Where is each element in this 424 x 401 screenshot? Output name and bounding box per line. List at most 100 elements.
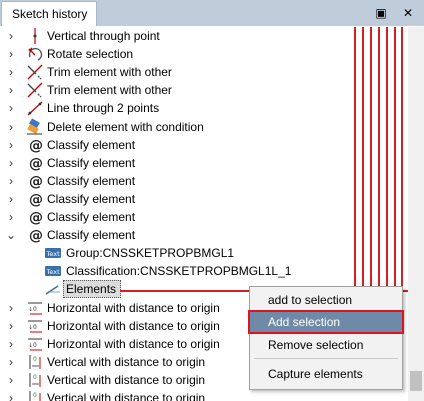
tree-item[interactable]: › Rotate selection bbox=[0, 45, 408, 63]
tree-item-label: Classify element bbox=[47, 137, 136, 152]
panel-tab[interactable]: Sketch history bbox=[1, 1, 97, 26]
expand-chevron-icon[interactable]: › bbox=[5, 64, 17, 80]
line-icon bbox=[26, 99, 44, 117]
expand-chevron-icon[interactable]: › bbox=[5, 318, 17, 334]
rotate-icon bbox=[26, 45, 44, 63]
tree-item[interactable]: › Trim element with other bbox=[0, 81, 408, 99]
trim-icon bbox=[26, 81, 44, 99]
tree-item[interactable]: › @ Classify element bbox=[0, 136, 408, 154]
tree-item[interactable]: › @ Classify element bbox=[0, 208, 408, 226]
svg-text:@: @ bbox=[29, 210, 43, 226]
tree-item-label: Vertical with distance to origin bbox=[47, 391, 206, 401]
svg-text:↓0: ↓0 bbox=[28, 342, 37, 349]
tree-item[interactable]: › Trim element with other bbox=[0, 63, 408, 81]
svg-text:0: 0 bbox=[33, 392, 37, 399]
at-icon: @ bbox=[26, 154, 44, 172]
tree-item-label: Classify element bbox=[47, 191, 136, 206]
at-icon: @ bbox=[26, 172, 44, 190]
tree-item-label: Classify element bbox=[47, 210, 136, 224]
tree-item[interactable]: ⌄ @ Classify element bbox=[0, 226, 408, 244]
tree-item-label: Classify element bbox=[47, 228, 136, 243]
text-tag-icon: Text bbox=[44, 244, 62, 262]
annotation-red-line bbox=[386, 27, 388, 292]
tree-item[interactable]: › Line through 2 points bbox=[0, 99, 408, 117]
expand-chevron-icon[interactable]: › bbox=[5, 82, 17, 98]
expand-chevron-icon[interactable]: › bbox=[5, 300, 17, 316]
tree-item-label: Vertical with distance to origin bbox=[47, 354, 206, 369]
svg-text:↓0: ↓0 bbox=[28, 324, 37, 331]
panel-titlebar: Sketch history ▣ ✕ bbox=[0, 0, 424, 26]
close-icon[interactable]: ✕ bbox=[399, 4, 417, 22]
expand-chevron-icon[interactable]: › bbox=[5, 372, 17, 388]
tree-item-label: Rotate selection bbox=[47, 47, 134, 62]
tree-item[interactable]: › @ Classify element bbox=[0, 154, 408, 172]
expand-chevron-icon[interactable]: › bbox=[5, 137, 17, 153]
tree-item[interactable]: › @ Classify element bbox=[0, 172, 408, 190]
annotation-red-line bbox=[362, 27, 364, 292]
expand-chevron-icon[interactable]: › bbox=[5, 100, 17, 116]
expand-chevron-icon[interactable]: › bbox=[5, 46, 17, 62]
eraser-icon bbox=[26, 117, 44, 136]
scrollbar-thumb[interactable] bbox=[410, 371, 422, 391]
annotation-red-line bbox=[354, 27, 356, 292]
pin-icon[interactable]: ▣ bbox=[372, 4, 390, 22]
svg-text:0: 0 bbox=[33, 356, 37, 363]
annotation-red-line bbox=[378, 27, 380, 292]
text-tag-icon: Text bbox=[44, 262, 62, 280]
elements-icon bbox=[44, 280, 62, 298]
menu-item-remove-selection[interactable]: Remove selection bbox=[250, 334, 402, 356]
tree-item-label: Trim element with other bbox=[47, 83, 172, 98]
tree-item-label: Group:CNSSKETPROPBMGL1 bbox=[66, 246, 235, 261]
collapse-chevron-icon[interactable]: ⌄ bbox=[5, 227, 17, 243]
tree-item[interactable]: › @ Classify element bbox=[0, 190, 408, 208]
svg-text:@: @ bbox=[29, 192, 43, 208]
v-distance-icon: 0 bbox=[26, 389, 44, 401]
expand-chevron-icon[interactable]: › bbox=[5, 354, 17, 370]
tree-item-label: Vertical with distance to origin bbox=[47, 372, 206, 387]
svg-text:↓0: ↓0 bbox=[28, 306, 37, 313]
panel-title: Sketch history bbox=[12, 7, 88, 21]
tree-item[interactable]: › 0 Vertical with distance to origin bbox=[0, 389, 408, 401]
at-icon: @ bbox=[26, 226, 44, 244]
tree-item[interactable]: › Delete element with condition bbox=[0, 117, 408, 136]
expand-chevron-icon[interactable]: › bbox=[5, 336, 17, 352]
menu-item-add-to-selection[interactable]: add to selection bbox=[250, 289, 402, 311]
tree-item-label: Classify element bbox=[47, 173, 136, 188]
expand-chevron-icon[interactable]: › bbox=[5, 119, 17, 135]
tree-item[interactable]: Text Classification:CNSSKETPROPBMGL1L_1 bbox=[0, 262, 408, 280]
expand-chevron-icon[interactable]: › bbox=[5, 390, 17, 401]
tree-item-label: Line through 2 points bbox=[47, 101, 160, 116]
tree-item[interactable]: Text Group:CNSSKETPROPBMGL1 bbox=[0, 244, 408, 262]
tree-item-label: Elements bbox=[66, 282, 117, 297]
annotation-red-line bbox=[394, 27, 396, 292]
v-distance-icon: 0 bbox=[26, 353, 44, 371]
svg-text:Text: Text bbox=[46, 250, 61, 258]
vertical-line-icon bbox=[26, 27, 44, 45]
tree-item-label: Horizontal with distance to origin bbox=[47, 300, 220, 315]
menu-item-capture-elements[interactable]: Capture elements bbox=[250, 363, 402, 385]
expand-chevron-icon[interactable]: › bbox=[5, 191, 17, 207]
tree-item-label: Classification:CNSSKETPROPBMGL1L_1 bbox=[66, 264, 292, 279]
svg-text:@: @ bbox=[29, 228, 43, 244]
expand-chevron-icon[interactable]: › bbox=[5, 28, 17, 44]
at-icon: @ bbox=[26, 136, 44, 154]
tree-item-label: Classify element bbox=[47, 155, 136, 170]
sketch-history-panel: Sketch history ▣ ✕ › Vertical through poi… bbox=[0, 0, 424, 401]
svg-text:@: @ bbox=[29, 174, 43, 190]
expand-chevron-icon[interactable]: › bbox=[5, 155, 17, 171]
svg-text:Text: Text bbox=[46, 268, 61, 276]
annotation-red-line bbox=[401, 27, 403, 292]
annotation-red-box bbox=[248, 310, 404, 334]
v-distance-icon: 0 bbox=[26, 371, 44, 389]
trim-icon bbox=[26, 63, 44, 81]
expand-chevron-icon[interactable]: › bbox=[5, 173, 17, 189]
svg-text:@: @ bbox=[29, 138, 43, 154]
svg-text:@: @ bbox=[29, 156, 43, 172]
tree-item[interactable]: › Vertical through point bbox=[0, 27, 408, 45]
expand-chevron-icon[interactable]: › bbox=[5, 209, 17, 225]
vertical-scrollbar[interactable] bbox=[408, 27, 424, 401]
svg-text:0: 0 bbox=[33, 374, 37, 381]
tree-item-label: Vertical through point bbox=[47, 29, 160, 43]
context-menu: add to selection Add selection Remove se… bbox=[248, 286, 404, 390]
tree-item-label: Trim element with other bbox=[47, 65, 172, 80]
